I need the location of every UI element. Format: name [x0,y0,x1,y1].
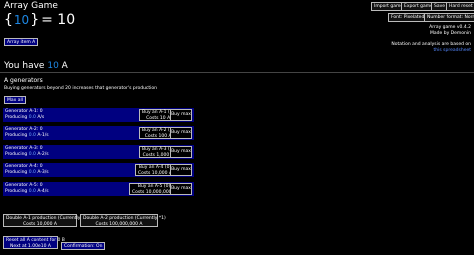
generator-row-a4: Generator A-4: 0 Producing 0.0 A-3/s Buy… [3,163,194,177]
max-all-button[interactable]: Max all [4,96,26,104]
spreadsheet-link[interactable]: this spreadsheet [434,48,471,54]
divider [0,72,474,73]
generator-production: Producing 0.0 A-4/s [5,189,49,194]
double-a2-upgrade-button[interactable]: Double A-2 production (Currently *1) Cos… [80,214,166,227]
reset-a-button[interactable]: Reset all A content for 0 B Next at 1.00… [3,236,65,249]
array-equation: { 10 } = 10 [4,12,75,28]
confirmation-toggle[interactable]: Confirmation: On [61,242,106,250]
game-title: Array Game [4,1,58,11]
generators-subtitle: Buying generators beyond 20 increases th… [4,86,158,91]
brace-close: } [30,12,40,28]
double-a1-upgrade-button[interactable]: Double A-1 production (Currently *1) Cos… [3,214,89,227]
generator-production: Producing 0.0 A/s [5,115,45,120]
generator-row-a5: Generator A-5: 0 Producing 0.0 A-4/s Buy… [3,182,194,196]
generator-row-a3: Generator A-3: 0 Producing 0.0 A-2/s Buy… [3,145,194,159]
author-text: Made by Demonin [430,31,471,36]
resource-prefix: You have [4,61,45,71]
buy-max-a1-button[interactable]: Buy max [170,109,192,121]
hard-reset-button[interactable]: Hard reset [446,2,474,11]
buy-max-a3-button[interactable]: Buy max [170,146,192,158]
brace-open: { [4,12,13,28]
font-button[interactable]: Font: Pixelated [388,13,428,22]
generator-production: Producing 0.0 A-1/s [5,133,49,138]
buy-max-a2-button[interactable]: Buy max [170,127,192,139]
resource-amount: 10 [47,61,59,71]
number-format-button[interactable]: Number format: Normal [424,13,474,22]
buy-max-a5-button[interactable]: Buy max [170,183,192,195]
buy-max-a4-button[interactable]: Buy max [170,164,192,176]
generator-row-a2: Generator A-2: 0 Producing 0.0 A-1/s Buy… [3,126,194,140]
array-result: = 10 [41,12,76,28]
array-value: 10 [13,13,30,27]
generator-production: Producing 0.0 A-2/s [5,152,49,157]
resource-display: You have 10 A [4,61,68,71]
resource-unit: A [61,61,68,71]
generator-production: Producing 0.0 A-3/s [5,170,49,175]
generator-row-a1: Generator A-1: 0 Producing 0.0 A/s Buy a… [3,108,194,122]
array-item-a-button[interactable]: Array item A [4,38,39,46]
generators-title: A generators [4,77,43,84]
